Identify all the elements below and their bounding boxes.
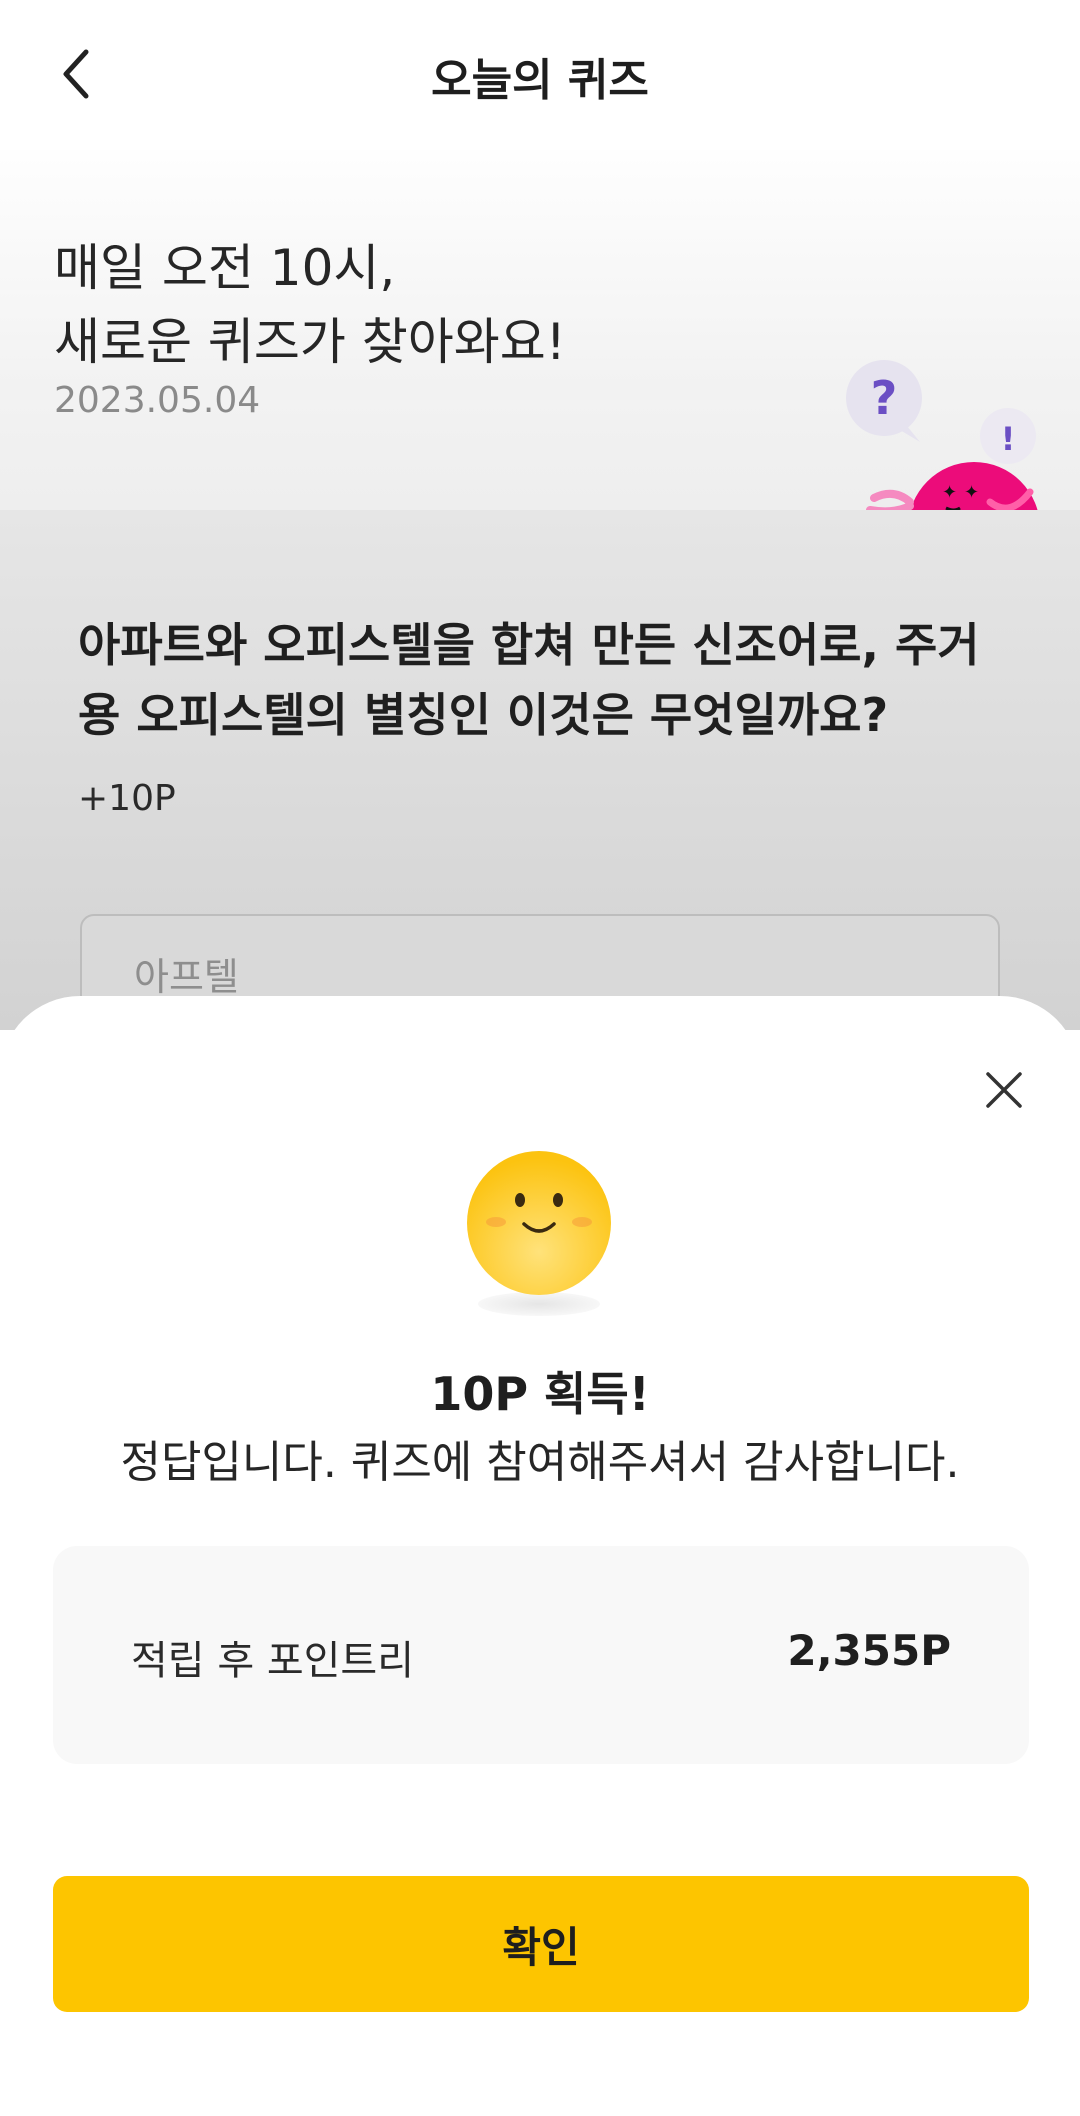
quiz-reward-points: +10P — [78, 778, 176, 819]
result-message: 정답입니다. 퀴즈에 참여해주셔서 감사합니다. — [120, 1437, 960, 1488]
quiz-date: 2023.05.04 — [54, 380, 261, 421]
close-icon — [978, 1072, 1030, 1120]
points-value: 2,355P — [787, 1626, 951, 1675]
svg-text:✦: ✦ — [942, 482, 957, 503]
page-title: 오늘의 퀴즈 — [431, 55, 649, 106]
smiley-face-icon — [466, 1150, 612, 1296]
svg-text:✦: ✦ — [964, 482, 979, 503]
confirm-button[interactable]: 확인 — [53, 1876, 1029, 2012]
confirm-button-label: 확인 — [502, 1922, 580, 1972]
quiz-hero-banner: 매일 오전 10시, 새로운 퀴즈가 찾아와요! 2023.05.04 ? ! … — [0, 150, 1080, 510]
quiz-question-text: 아파트와 오피스텔을 합쳐 만든 신조어로, 주거용 오피스텔의 별칭인 이것은… — [78, 618, 980, 742]
hero-headline-line1: 매일 오전 10시, — [54, 239, 396, 297]
hero-headline-line2: 새로운 퀴즈가 찾아와요! — [54, 313, 566, 371]
answer-value: 아프텔 — [134, 955, 239, 999]
result-bottom-sheet: 10P 획득! 정답입니다. 퀴즈에 참여해주셔서 감사합니다. 적립 후 포인… — [0, 996, 1080, 2116]
header-bar: 오늘의 퀴즈 — [0, 0, 1080, 150]
points-label: 적립 후 포인트리 — [131, 1638, 415, 1684]
close-button[interactable] — [978, 1064, 1030, 1116]
question-mark-icon: ? — [871, 371, 898, 425]
exclamation-mark-icon: ! — [1001, 420, 1016, 458]
result-title: 10P 획득! — [430, 1367, 650, 1421]
points-summary-card: 적립 후 포인트리 2,355P — [53, 1546, 1029, 1764]
quiz-question-area: 아파트와 오피스텔을 합쳐 만든 신조어로, 주거용 오피스텔의 별칭인 이것은… — [0, 510, 1080, 1034]
mascot-illustration: ? ! ✦ ✦ — [830, 350, 1050, 510]
